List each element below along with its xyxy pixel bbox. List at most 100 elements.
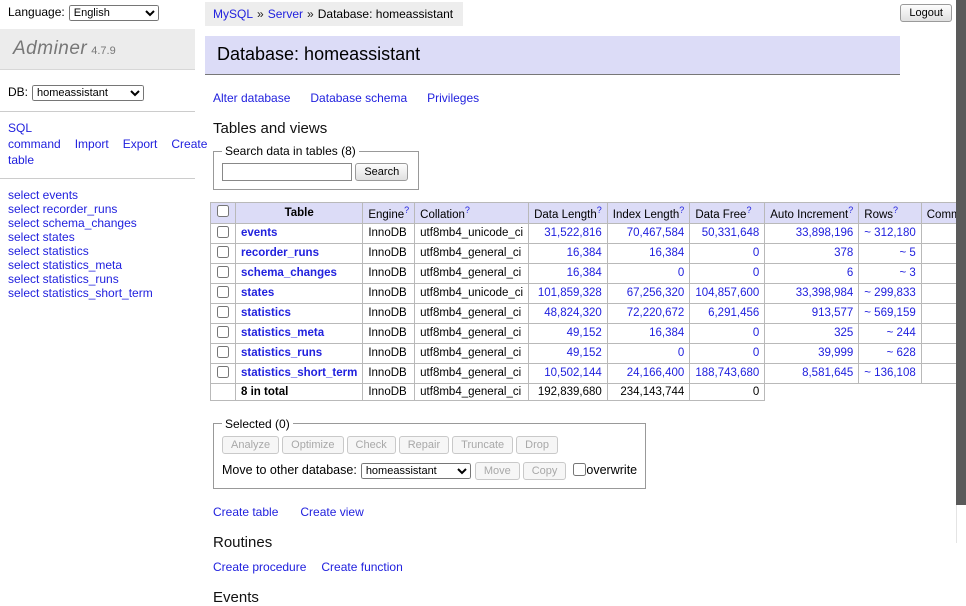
scrollbar-track[interactable] <box>956 0 966 543</box>
sidebar-select-events[interactable]: select events <box>8 188 78 202</box>
cell-data-free-link[interactable]: 0 <box>753 267 759 279</box>
cell-auto-increment-link[interactable]: 6 <box>847 267 853 279</box>
row-checkbox-events[interactable] <box>217 226 229 238</box>
cell-data-free-link[interactable]: 0 <box>753 247 759 259</box>
table-link-statistics-meta[interactable]: statistics_meta <box>241 327 324 339</box>
overwrite-checkbox[interactable] <box>573 463 586 476</box>
table-link-recorder-runs[interactable]: recorder_runs <box>241 247 319 259</box>
row-checkbox-recorder-runs[interactable] <box>217 246 229 258</box>
row-checkbox-schema-changes[interactable] <box>217 266 229 278</box>
help-icon[interactable]: ? <box>893 205 898 215</box>
cell-auto-increment-link[interactable]: 913,577 <box>812 307 854 319</box>
optimize-button[interactable]: Optimize <box>282 436 343 454</box>
breadcrumb-server[interactable]: Server <box>268 7 303 21</box>
cell-auto-increment-link[interactable]: 33,398,984 <box>796 287 854 299</box>
row-checkbox-statistics-meta[interactable] <box>217 326 229 338</box>
copy-button[interactable]: Copy <box>523 462 567 480</box>
check-button[interactable]: Check <box>347 436 396 454</box>
cell-rows-link[interactable]: ~ 569,159 <box>864 307 915 319</box>
analyze-button[interactable]: Analyze <box>222 436 279 454</box>
create-table-link[interactable]: Create table <box>213 505 278 519</box>
sidebar-select-states[interactable]: select states <box>8 230 75 244</box>
overwrite-label[interactable]: overwrite <box>586 463 637 477</box>
cell-rows-link[interactable]: ~ 628 <box>887 347 916 359</box>
cell-rows-link[interactable]: ~ 3 <box>899 267 915 279</box>
cell-data-length-link[interactable]: 16,384 <box>567 267 602 279</box>
cell-data-length-link[interactable]: 49,152 <box>567 347 602 359</box>
db-select[interactable]: homeassistant <box>32 85 144 101</box>
cell-rows-link[interactable]: ~ 299,833 <box>864 287 915 299</box>
cell-data-length-link[interactable]: 49,152 <box>567 327 602 339</box>
cell-index-length-link[interactable]: 72,220,672 <box>627 307 685 319</box>
sidebar-select-statistics-runs[interactable]: select statistics_runs <box>8 272 119 286</box>
cell-auto-increment-link[interactable]: 325 <box>834 327 853 339</box>
sidebar-select-statistics-meta[interactable]: select statistics_meta <box>8 258 122 272</box>
sidebar-action-sql-command[interactable]: SQL command <box>8 121 61 151</box>
search-button[interactable]: Search <box>355 163 408 181</box>
sidebar-action-import[interactable]: Import <box>75 137 109 151</box>
cell-rows-link[interactable]: ~ 136,108 <box>864 367 915 379</box>
sidebar-action-export[interactable]: Export <box>123 137 158 151</box>
cell-data-free-link[interactable]: 0 <box>753 327 759 339</box>
nav-link-database-schema[interactable]: Database schema <box>310 91 407 105</box>
cell-data-length-link[interactable]: 16,384 <box>567 247 602 259</box>
cell-data-free-link[interactable]: 104,857,600 <box>695 287 759 299</box>
cell-index-length-link[interactable]: 67,256,320 <box>627 287 685 299</box>
select-all-checkbox[interactable] <box>217 205 229 217</box>
cell-data-free-link[interactable]: 6,291,456 <box>708 307 759 319</box>
sidebar-select-statistics-short-term[interactable]: select statistics_short_term <box>8 286 153 300</box>
cell-data-free-link[interactable]: 50,331,648 <box>702 227 760 239</box>
nav-link-privileges[interactable]: Privileges <box>427 91 479 105</box>
table-link-statistics[interactable]: statistics <box>241 307 291 319</box>
table-link-states[interactable]: states <box>241 287 274 299</box>
move-button[interactable]: Move <box>475 462 520 480</box>
help-icon[interactable]: ? <box>679 205 684 215</box>
cell-rows-link[interactable]: ~ 5 <box>899 247 915 259</box>
row-checkbox-statistics[interactable] <box>217 306 229 318</box>
cell-auto-increment-link[interactable]: 39,999 <box>818 347 853 359</box>
cell-data-length-link[interactable]: 48,824,320 <box>544 307 602 319</box>
table-link-statistics-short-term[interactable]: statistics_short_term <box>241 367 357 379</box>
table-link-events[interactable]: events <box>241 227 277 239</box>
scrollbar-thumb[interactable] <box>956 0 966 505</box>
create-view-link[interactable]: Create view <box>300 505 363 519</box>
truncate-button[interactable]: Truncate <box>452 436 513 454</box>
cell-index-length-link[interactable]: 70,467,584 <box>627 227 685 239</box>
create-procedure-link[interactable]: Create procedure <box>213 560 306 574</box>
sidebar-select-schema-changes[interactable]: select schema_changes <box>8 216 137 230</box>
cell-rows-link[interactable]: ~ 312,180 <box>864 227 915 239</box>
repair-button[interactable]: Repair <box>399 436 449 454</box>
create-function-link[interactable]: Create function <box>321 560 402 574</box>
search-input[interactable] <box>222 163 352 181</box>
cell-data-length-link[interactable]: 101,859,328 <box>538 287 602 299</box>
cell-index-length-link[interactable]: 24,166,400 <box>627 367 685 379</box>
logout-button[interactable]: Logout <box>900 4 952 22</box>
cell-index-length-link[interactable]: 0 <box>678 347 684 359</box>
sidebar-select-statistics[interactable]: select statistics <box>8 244 89 258</box>
move-db-select[interactable]: homeassistant <box>361 463 471 479</box>
cell-index-length-link[interactable]: 0 <box>678 267 684 279</box>
sidebar-select-recorder-runs[interactable]: select recorder_runs <box>8 202 117 216</box>
breadcrumb-mysql[interactable]: MySQL <box>213 7 253 21</box>
cell-data-free-link[interactable]: 188,743,680 <box>695 367 759 379</box>
table-link-statistics-runs[interactable]: statistics_runs <box>241 347 322 359</box>
cell-auto-increment-link[interactable]: 33,898,196 <box>796 227 854 239</box>
language-select[interactable]: English <box>69 5 159 21</box>
row-checkbox-statistics-runs[interactable] <box>217 346 229 358</box>
help-icon[interactable]: ? <box>465 205 470 215</box>
help-icon[interactable]: ? <box>848 205 853 215</box>
cell-data-length-link[interactable]: 10,502,144 <box>544 367 602 379</box>
help-icon[interactable]: ? <box>597 205 602 215</box>
cell-index-length-link[interactable]: 16,384 <box>649 247 684 259</box>
help-icon[interactable]: ? <box>404 205 409 215</box>
table-link-schema-changes[interactable]: schema_changes <box>241 267 337 279</box>
cell-auto-increment-link[interactable]: 8,581,645 <box>802 367 853 379</box>
help-icon[interactable]: ? <box>746 205 751 215</box>
cell-data-length-link[interactable]: 31,522,816 <box>544 227 602 239</box>
row-checkbox-states[interactable] <box>217 286 229 298</box>
cell-rows-link[interactable]: ~ 244 <box>887 327 916 339</box>
row-checkbox-statistics-short-term[interactable] <box>217 366 229 378</box>
drop-button[interactable]: Drop <box>516 436 558 454</box>
cell-auto-increment-link[interactable]: 378 <box>834 247 853 259</box>
cell-index-length-link[interactable]: 16,384 <box>649 327 684 339</box>
